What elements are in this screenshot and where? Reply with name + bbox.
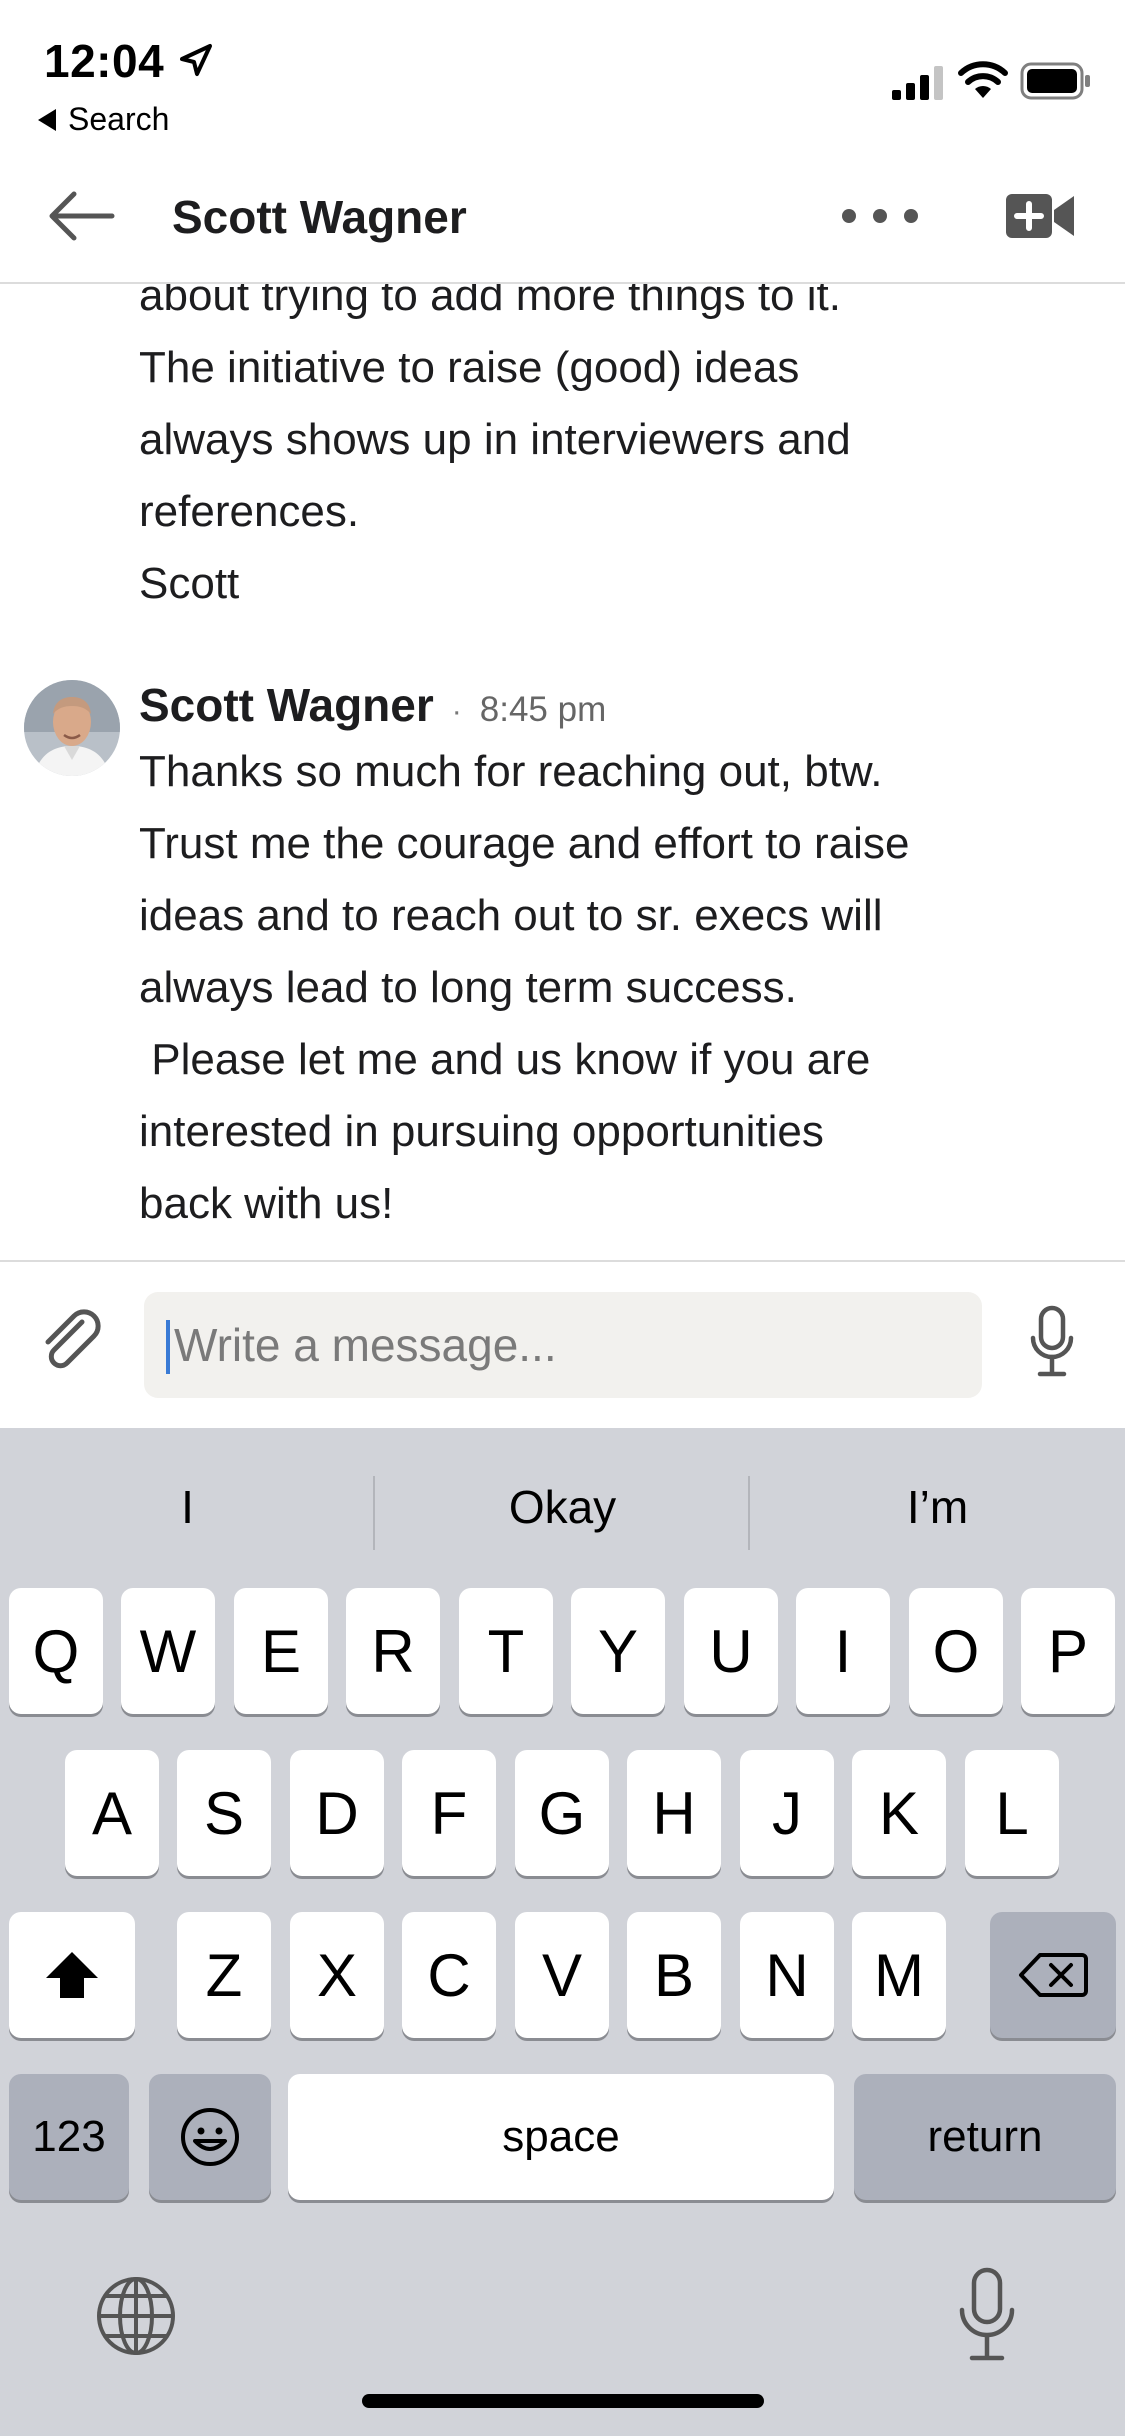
more-options-button[interactable]	[842, 194, 918, 238]
key-v[interactable]: V	[515, 1912, 609, 2038]
wifi-icon	[958, 61, 1008, 98]
more-dot	[873, 209, 887, 223]
key-f[interactable]: F	[402, 1750, 496, 1876]
message-line: The initiative to raise (good) ideas	[139, 343, 800, 392]
message-body: Thanks so much for reaching out, btw. Tr…	[139, 736, 1039, 1240]
arrow-left-icon[interactable]	[44, 186, 116, 246]
location-arrow-icon	[180, 44, 212, 76]
shift-icon	[46, 1952, 98, 1998]
paperclip-icon[interactable]	[38, 1304, 106, 1376]
shift-key[interactable]	[9, 1912, 135, 2038]
key-z[interactable]: Z	[177, 1912, 271, 2038]
key-h[interactable]: H	[627, 1750, 721, 1876]
key-u[interactable]: U	[684, 1588, 778, 1714]
message-line: back with us!	[139, 1179, 394, 1228]
space-key[interactable]: space	[288, 2074, 834, 2200]
message-input[interactable]	[144, 1292, 982, 1398]
previous-message-body: about trying to add more things to it. T…	[139, 284, 1039, 620]
key-j[interactable]: J	[740, 1750, 834, 1876]
key-o[interactable]: O	[909, 1588, 1003, 1714]
key-s[interactable]: S	[177, 1750, 271, 1876]
key-n[interactable]: N	[740, 1912, 834, 2038]
message-line: Scott	[139, 559, 240, 608]
status-bar: 12:04 Search	[0, 0, 1125, 150]
key-q[interactable]: Q	[9, 1588, 103, 1714]
key-e[interactable]: E	[234, 1588, 328, 1714]
suggestion-item[interactable]: I’m	[750, 1466, 1125, 1548]
suggestion-item[interactable]: I	[0, 1466, 375, 1548]
message-line: Please let me and us know if you are	[139, 1035, 871, 1084]
key-i[interactable]: I	[796, 1588, 890, 1714]
message-line: always shows up in interviewers and	[139, 415, 851, 464]
more-dot	[904, 209, 918, 223]
text-caret	[166, 1320, 170, 1374]
key-r[interactable]: R	[346, 1588, 440, 1714]
key-t[interactable]: T	[459, 1588, 553, 1714]
conversation-title[interactable]: Scott Wagner	[172, 190, 467, 244]
delete-key[interactable]	[990, 1912, 1116, 2038]
avatar-image	[24, 680, 120, 776]
emoji-icon	[181, 2108, 239, 2166]
dictation-icon[interactable]	[952, 2266, 1022, 2366]
key-a[interactable]: A	[65, 1750, 159, 1876]
key-w[interactable]: W	[121, 1588, 215, 1714]
numbers-key[interactable]: 123	[9, 2074, 129, 2200]
key-m[interactable]: M	[852, 1912, 946, 2038]
conversation-header: Scott Wagner	[0, 150, 1125, 284]
avatar[interactable]	[24, 680, 120, 776]
emoji-key[interactable]	[149, 2074, 271, 2200]
status-time: 12:04	[44, 35, 165, 87]
key-b[interactable]: B	[627, 1912, 721, 2038]
message-timestamp: 8:45 pm	[479, 690, 607, 729]
message-line: about trying to add more things to it.	[139, 284, 841, 320]
delete-icon	[1019, 1953, 1088, 1997]
cellular-signal-icon	[892, 66, 943, 100]
key-g[interactable]: G	[515, 1750, 609, 1876]
separator-dot: ·	[451, 695, 462, 728]
back-triangle-icon	[38, 108, 56, 131]
message-composer	[0, 1260, 1125, 1428]
message-sender[interactable]: Scott Wagner	[139, 678, 434, 732]
video-call-icon[interactable]	[1006, 188, 1076, 244]
back-to-search-link[interactable]: Search	[38, 101, 169, 138]
globe-icon[interactable]	[94, 2274, 178, 2358]
message-line: ideas and to reach out to sr. execs will	[139, 891, 883, 940]
message-line: references.	[139, 487, 360, 536]
message-list[interactable]: about trying to add more things to it. T…	[0, 284, 1125, 1260]
suggestion-item[interactable]: Okay	[375, 1466, 750, 1548]
message-line: interested in pursuing opportunities	[139, 1107, 824, 1156]
more-dot	[842, 209, 856, 223]
suggestion-bar: I Okay I’m	[0, 1466, 1125, 1550]
key-c[interactable]: C	[402, 1912, 496, 2038]
keyboard: I Okay I’m Q W E R T Y U I O P A S D F G…	[0, 1428, 1125, 2436]
message-header: Scott Wagner · 8:45 pm	[139, 678, 606, 732]
key-p[interactable]: P	[1021, 1588, 1115, 1714]
message-line: Trust me the courage and effort to raise	[139, 819, 910, 868]
key-l[interactable]: L	[965, 1750, 1059, 1876]
back-app-label: Search	[68, 101, 170, 137]
key-y[interactable]: Y	[571, 1588, 665, 1714]
message-line: always lead to long term success.	[139, 963, 797, 1012]
key-d[interactable]: D	[290, 1750, 384, 1876]
key-k[interactable]: K	[852, 1750, 946, 1876]
return-key[interactable]: return	[854, 2074, 1116, 2200]
battery-icon	[1020, 62, 1090, 100]
home-indicator[interactable]	[362, 2394, 764, 2408]
key-x[interactable]: X	[290, 1912, 384, 2038]
message-line: Thanks so much for reaching out, btw.	[139, 747, 883, 796]
microphone-icon[interactable]	[1028, 1304, 1076, 1382]
